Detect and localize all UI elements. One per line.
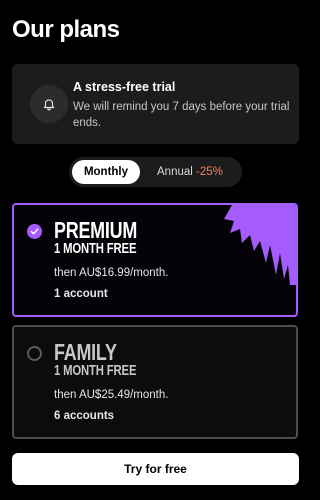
trial-description: We will remind you 7 days before your tr…: [73, 101, 290, 129]
annual-discount-badge: -25%: [196, 166, 223, 178]
plan-price: then AU$16.99/month.: [54, 267, 169, 279]
billing-period-toggle: Monthly Annual -25%: [69, 157, 242, 187]
plan-radio-family[interactable]: [27, 346, 42, 361]
plan-radio-premium[interactable]: [27, 224, 42, 239]
plan-name: FAMILY: [54, 339, 117, 365]
annual-option[interactable]: Annual -25%: [157, 166, 223, 178]
paint-splash-decoration: [224, 205, 296, 285]
plan-price: then AU$25.49/month.: [54, 389, 169, 401]
monthly-option[interactable]: Monthly: [72, 160, 140, 184]
trial-heading: A stress-free trial: [73, 80, 176, 94]
plan-accounts: 6 accounts: [54, 410, 115, 422]
plan-offer: 1 MONTH FREE: [54, 363, 137, 379]
plan-accounts: 1 account: [54, 288, 108, 300]
plan-offer: 1 MONTH FREE: [54, 241, 137, 257]
plan-card-family[interactable]: FAMILY 1 MONTH FREE then AU$25.49/month.…: [12, 325, 298, 439]
bell-icon: [30, 85, 68, 123]
trial-banner: A stress-free trial We will remind you 7…: [12, 64, 299, 144]
checkmark-icon: [30, 228, 39, 235]
annual-label: Annual: [157, 166, 193, 178]
page-title: Our plans: [12, 16, 120, 43]
plan-card-premium[interactable]: PREMIUM 1 MONTH FREE then AU$16.99/month…: [12, 203, 298, 317]
plan-name: PREMIUM: [54, 217, 138, 243]
try-for-free-button[interactable]: Try for free: [12, 453, 299, 485]
